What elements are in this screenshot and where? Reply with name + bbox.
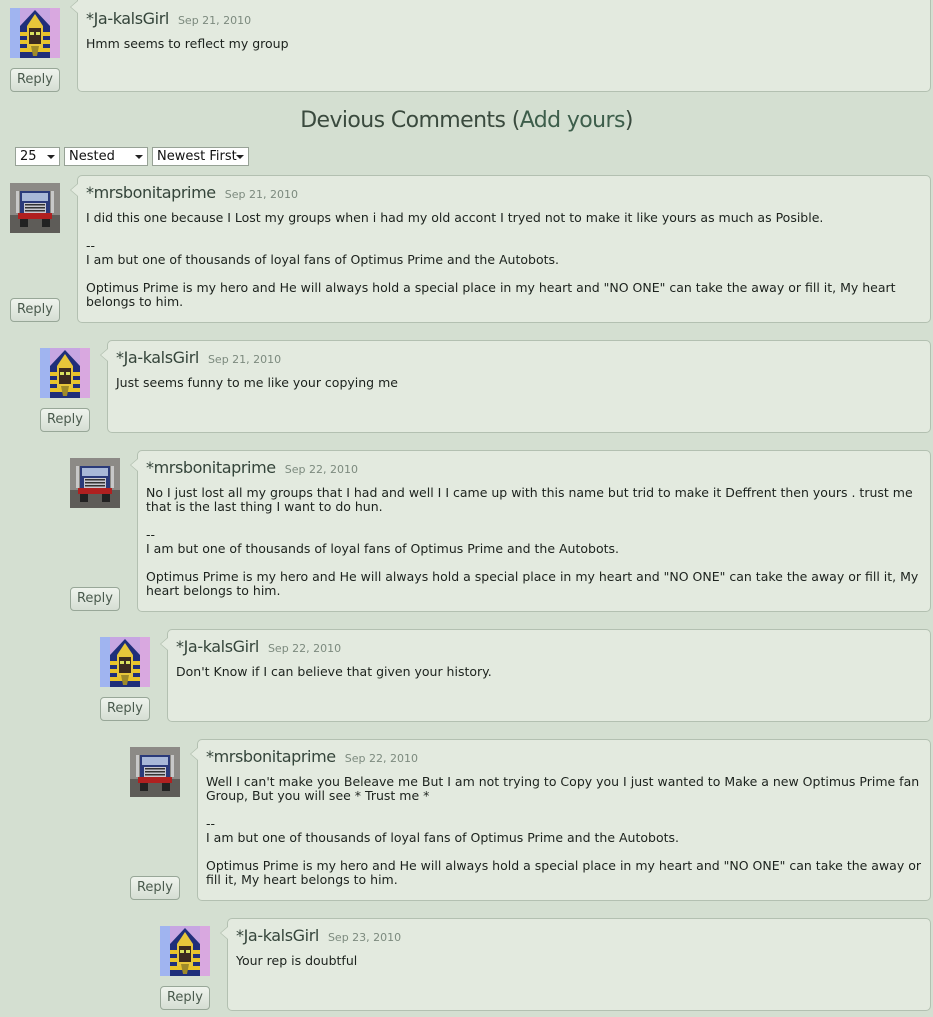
comment-date: Sep 21, 2010 bbox=[224, 188, 298, 201]
page-title: Devious Comments (Add yours) bbox=[300, 108, 633, 133]
comment-date: Sep 22, 2010 bbox=[284, 463, 358, 476]
signature-line: I am but one of thousands of loyal fans … bbox=[206, 830, 679, 845]
comment-bubble: *mrsbonitaprime Sep 21, 2010 I did this o… bbox=[70, 175, 931, 323]
comment-author[interactable]: *Ja-kalsGirl bbox=[86, 9, 169, 28]
comment-date: Sep 21, 2010 bbox=[207, 353, 282, 366]
avatar[interactable] bbox=[70, 458, 120, 508]
optimus-truck-avatar-icon bbox=[10, 183, 60, 233]
reply-button[interactable]: Reply bbox=[10, 68, 60, 92]
chevron-down-icon bbox=[135, 155, 143, 159]
comment-text: Hmm seems to reflect my group bbox=[86, 36, 289, 51]
comment-bubble: *mrsbonitaprime Sep 22, 2010 No I just lo… bbox=[130, 450, 931, 612]
chevron-down-icon bbox=[47, 155, 55, 159]
avatar[interactable] bbox=[40, 348, 90, 398]
comment-date: Sep 23, 2010 bbox=[327, 931, 402, 944]
optimus-truck-avatar-icon bbox=[130, 747, 180, 797]
pharaoh-avatar-icon bbox=[40, 348, 90, 398]
view-mode-select[interactable]: Nested bbox=[64, 147, 148, 166]
signature-separator: -- bbox=[86, 238, 96, 253]
reply-button[interactable]: Reply bbox=[160, 986, 210, 1010]
comment-author[interactable]: *mrsbonitaprime bbox=[206, 747, 336, 766]
comment-bubble: *Ja-kalsGirl Sep 21, 2010 Just seems funn… bbox=[100, 340, 931, 433]
comment-text: Your rep is doubtful bbox=[236, 953, 358, 968]
comment-text: Well I can't make you Beleave me But I a… bbox=[206, 774, 920, 803]
reply-button[interactable]: Reply bbox=[130, 876, 180, 900]
comment-author[interactable]: *mrsbonitaprime bbox=[146, 458, 276, 477]
optimus-truck-avatar-icon bbox=[70, 458, 120, 508]
comment-date: Sep 22, 2010 bbox=[267, 642, 342, 655]
signature-line: Optimus Prime is my hero and He will alw… bbox=[86, 280, 896, 309]
avatar[interactable] bbox=[160, 926, 210, 976]
signature-line: Optimus Prime is my hero and He will alw… bbox=[206, 858, 922, 887]
sort-order-select[interactable]: Newest First bbox=[152, 147, 249, 166]
reply-button[interactable]: Reply bbox=[100, 697, 150, 721]
avatar[interactable] bbox=[130, 747, 180, 797]
avatar[interactable] bbox=[10, 8, 60, 58]
comment-author[interactable]: *Ja-kalsGirl bbox=[116, 348, 199, 367]
comment-text: Don't Know if I can believe that given y… bbox=[176, 664, 492, 679]
comment-date: Sep 22, 2010 bbox=[344, 752, 418, 765]
comment-bubble: *Ja-kalsGirl Sep 22, 2010 Don't Know if I… bbox=[160, 629, 931, 722]
signature-line: Optimus Prime is my hero and He will alw… bbox=[146, 569, 919, 598]
comment-author[interactable]: *mrsbonitaprime bbox=[86, 183, 216, 202]
reply-button[interactable]: Reply bbox=[70, 587, 120, 611]
per-page-select[interactable]: 25 bbox=[15, 147, 60, 166]
chevron-down-icon bbox=[236, 155, 244, 159]
comment-date: Sep 21, 2010 bbox=[177, 14, 252, 27]
signature-line: I am but one of thousands of loyal fans … bbox=[146, 541, 619, 556]
reply-button[interactable]: Reply bbox=[10, 298, 60, 322]
pharaoh-avatar-icon bbox=[10, 8, 60, 58]
comment-text: Just seems funny to me like your copying… bbox=[116, 375, 398, 390]
pharaoh-avatar-icon bbox=[160, 926, 210, 976]
signature-line: I am but one of thousands of loyal fans … bbox=[86, 252, 559, 267]
comment-text: No I just lost all my groups that I had … bbox=[146, 485, 913, 514]
add-comment-link[interactable]: Add yours bbox=[520, 108, 626, 133]
comment-text: I did this one because I Lost my groups … bbox=[86, 210, 824, 225]
comment-bubble: *Ja-kalsGirl Sep 21, 2010 Hmm seems to re… bbox=[70, 0, 931, 92]
pharaoh-avatar-icon bbox=[100, 637, 150, 687]
avatar[interactable] bbox=[10, 183, 60, 233]
comment-bubble: *Ja-kalsGirl Sep 23, 2010 Your rep is dou… bbox=[220, 918, 931, 1011]
reply-button[interactable]: Reply bbox=[40, 408, 90, 432]
avatar[interactable] bbox=[100, 637, 150, 687]
signature-separator: -- bbox=[206, 816, 216, 831]
signature-separator: -- bbox=[146, 527, 156, 542]
comment-author[interactable]: *Ja-kalsGirl bbox=[176, 637, 259, 656]
comment-author[interactable]: *Ja-kalsGirl bbox=[236, 926, 319, 945]
comment-bubble: *mrsbonitaprime Sep 22, 2010 Well I can't… bbox=[190, 739, 931, 901]
